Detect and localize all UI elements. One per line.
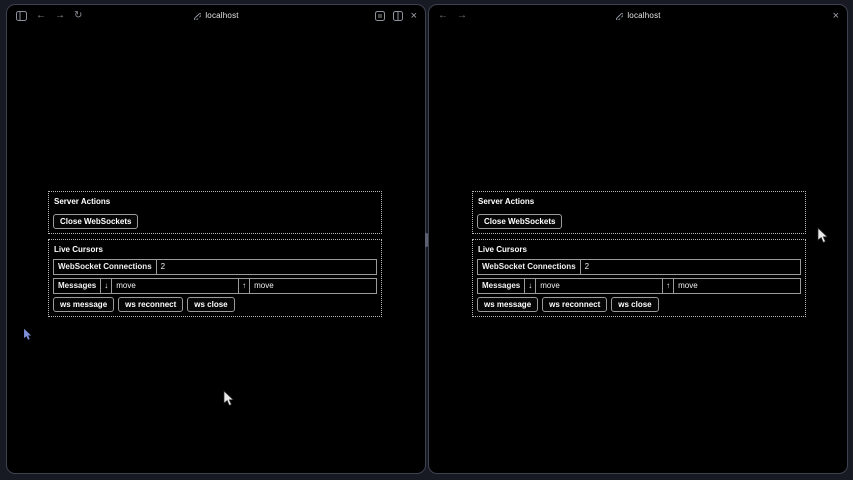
outgoing-arrow-icon: ↑ (239, 279, 250, 293)
titlebar-right-controls: × (833, 5, 839, 26)
ws-message-button[interactable]: ws message (477, 297, 538, 312)
page-content: Server Actions Close WebSockets Live Cur… (7, 26, 425, 473)
connections-row: WebSocket Connections 2 (53, 259, 377, 275)
reload-icon[interactable]: ↻ (74, 11, 82, 21)
server-actions-panel: Server Actions Close WebSockets (48, 191, 382, 234)
incoming-arrow-icon: ↓ (101, 279, 112, 293)
live-cursors-title: Live Cursors (54, 245, 377, 255)
close-websockets-button[interactable]: Close WebSockets (53, 214, 138, 229)
back-icon[interactable]: ← (438, 11, 448, 21)
messages-row: Messages ↓ move ↑ move (53, 278, 377, 294)
server-actions-title: Server Actions (54, 197, 377, 207)
close-icon[interactable]: × (833, 11, 839, 21)
ws-buttons-row: ws message ws reconnect ws close (53, 297, 377, 312)
live-cursors-panel: Live Cursors WebSocket Connections 2 Mes… (48, 239, 382, 317)
url-text: localhost (205, 11, 238, 20)
link-icon (615, 12, 623, 20)
ws-close-button[interactable]: ws close (187, 297, 234, 312)
ws-message-button[interactable]: ws message (53, 297, 114, 312)
server-actions-title: Server Actions (478, 197, 801, 207)
browser-window-right: ← → localhost × Server Actions Close Web… (428, 4, 848, 474)
messages-label: Messages (478, 279, 525, 293)
close-icon[interactable]: × (411, 11, 417, 21)
titlebar-left-controls: ← → (438, 5, 467, 26)
outgoing-message: move (250, 279, 376, 293)
messages-row: Messages ↓ move ↑ move (477, 278, 801, 294)
incoming-message: move (112, 279, 239, 293)
back-icon[interactable]: ← (36, 11, 46, 21)
connections-row: WebSocket Connections 2 (477, 259, 801, 275)
connections-label: WebSocket Connections (54, 260, 157, 274)
server-actions-panel: Server Actions Close WebSockets (472, 191, 806, 234)
incoming-arrow-icon: ↓ (525, 279, 536, 293)
messages-label: Messages (54, 279, 101, 293)
titlebar: ← → localhost × (429, 5, 847, 26)
address-display[interactable]: localhost (429, 5, 847, 26)
connections-count: 2 (157, 260, 376, 274)
live-cursors-panel: Live Cursors WebSocket Connections 2 Mes… (472, 239, 806, 317)
ws-buttons-row: ws message ws reconnect ws close (477, 297, 801, 312)
live-cursors-title: Live Cursors (478, 245, 801, 255)
incoming-message: move (536, 279, 663, 293)
ws-close-button[interactable]: ws close (611, 297, 658, 312)
split-view-icon[interactable] (393, 11, 403, 21)
ws-reconnect-button[interactable]: ws reconnect (118, 297, 183, 312)
forward-icon[interactable]: → (55, 11, 65, 21)
connections-label: WebSocket Connections (478, 260, 581, 274)
page-content: Server Actions Close WebSockets Live Cur… (429, 26, 847, 473)
link-icon (193, 12, 201, 20)
titlebar: ← → ↻ localhost × (7, 5, 425, 26)
ws-reconnect-button[interactable]: ws reconnect (542, 297, 607, 312)
titlebar-left-controls: ← → ↻ (16, 5, 82, 26)
url-text: localhost (627, 11, 660, 20)
titlebar-right-controls: × (375, 5, 417, 26)
forward-icon[interactable]: → (457, 11, 467, 21)
close-websockets-button[interactable]: Close WebSockets (477, 214, 562, 229)
sidebar-toggle-icon[interactable] (16, 11, 27, 21)
window-resize-handle[interactable] (425, 233, 428, 247)
outgoing-arrow-icon: ↑ (663, 279, 674, 293)
reader-icon[interactable] (375, 11, 385, 21)
outgoing-message: move (674, 279, 800, 293)
connections-count: 2 (581, 260, 800, 274)
browser-window-left: ← → ↻ localhost × Server Actions Close W… (6, 4, 426, 474)
